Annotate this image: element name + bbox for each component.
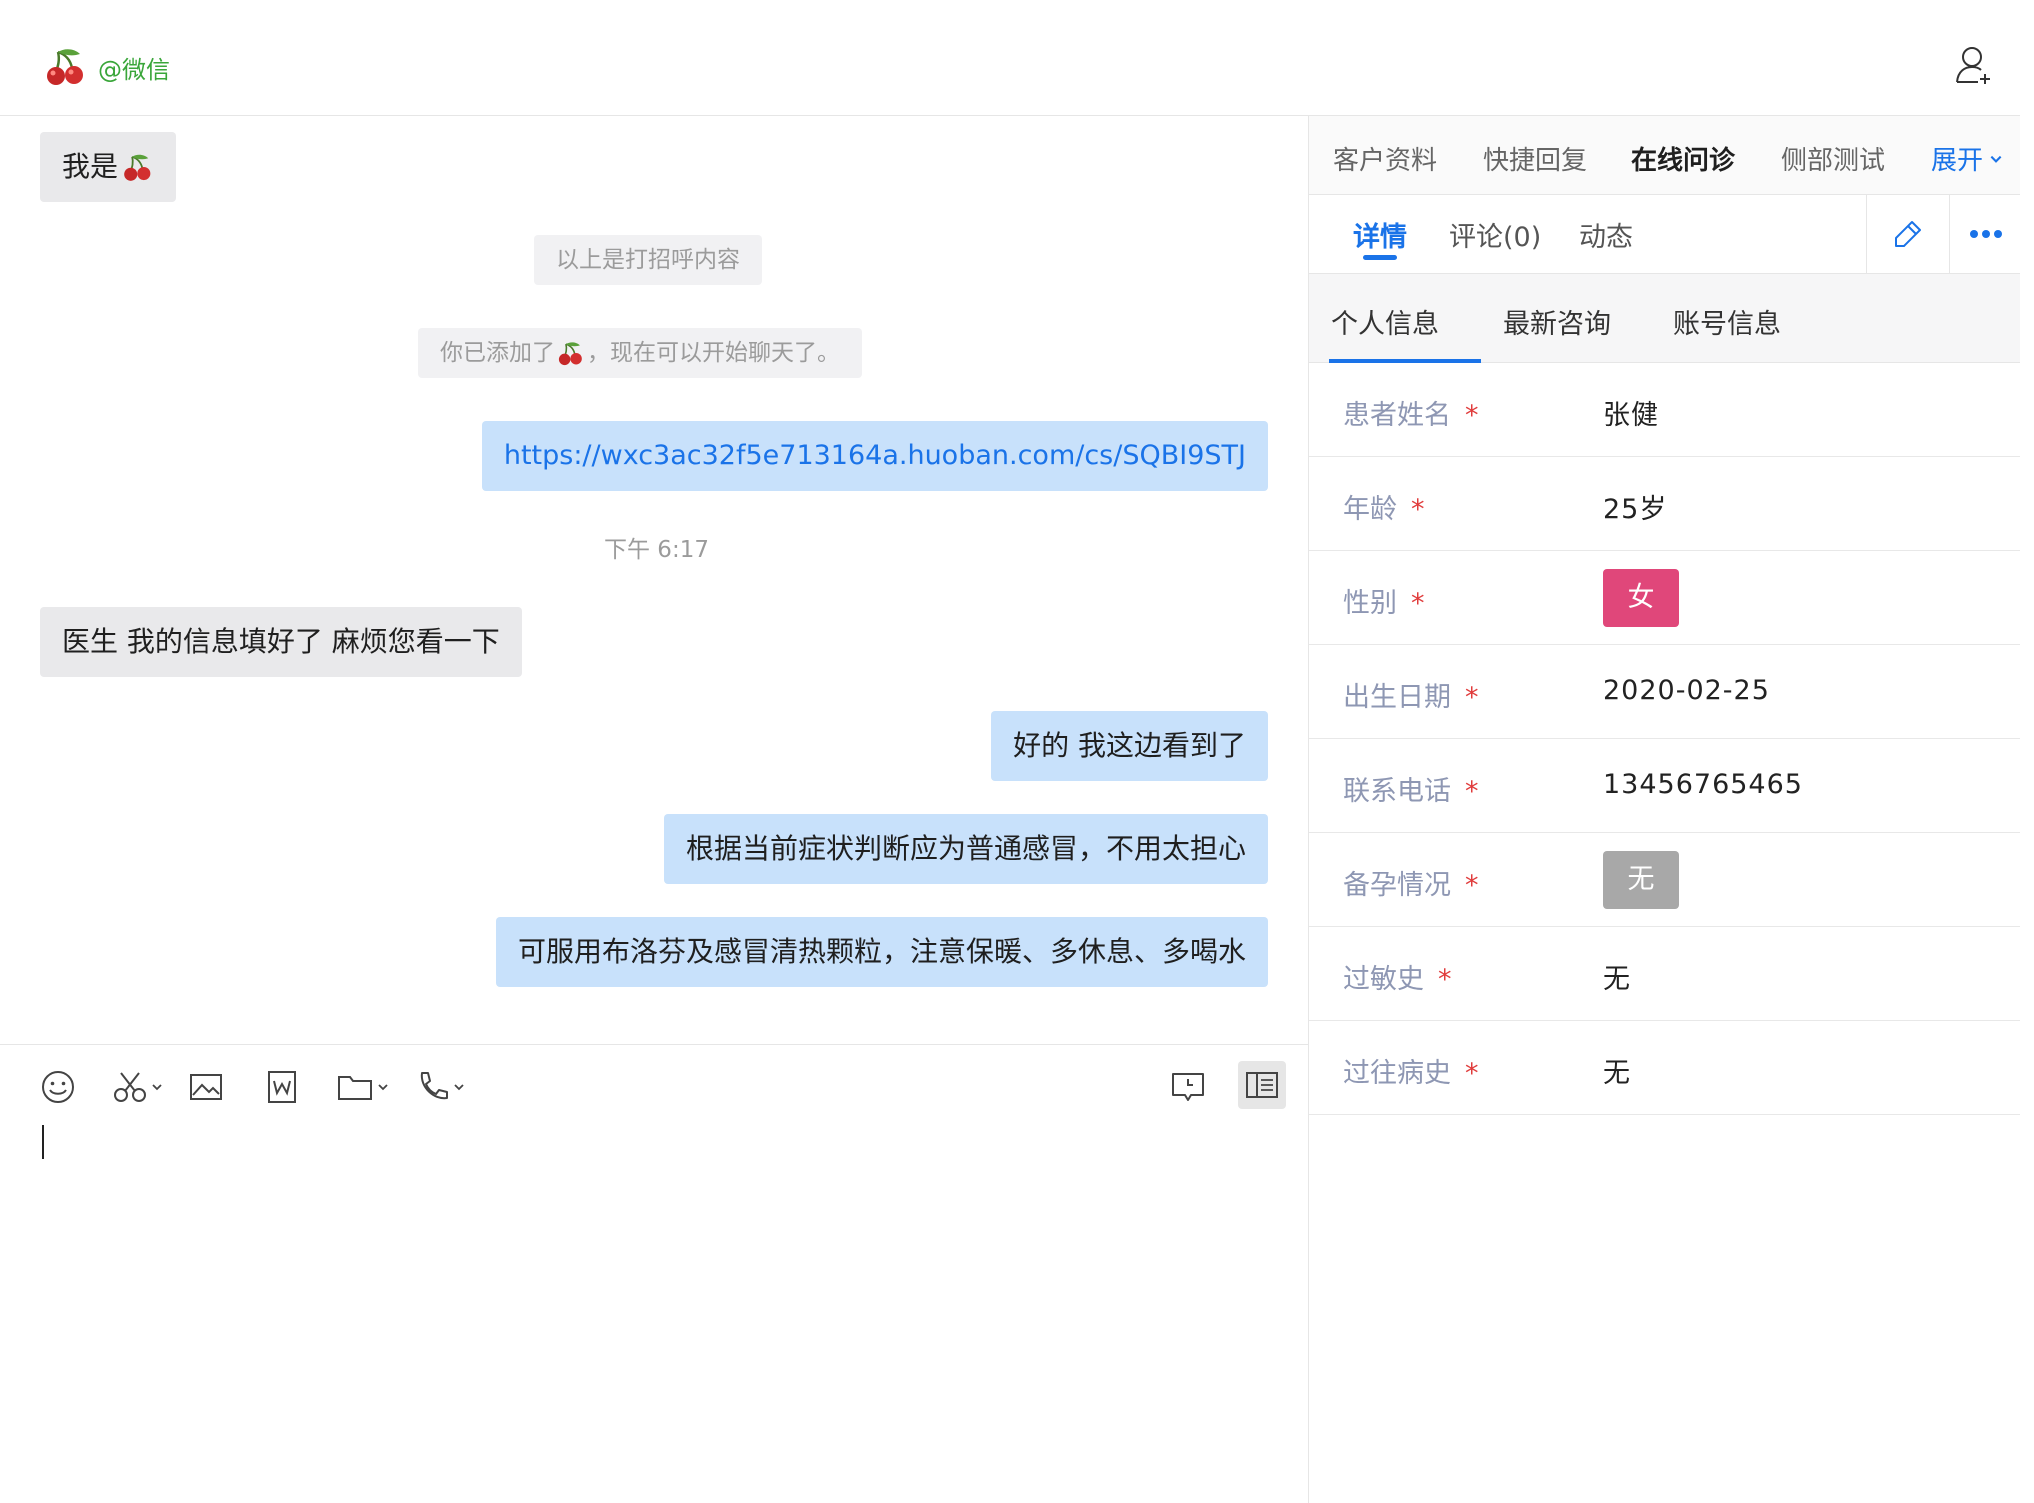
required-marker: * (1465, 400, 1479, 431)
cherry-emoji-icon (124, 154, 151, 181)
chat-header: @微信 (0, 0, 2020, 116)
field-value[interactable]: 2020-02-25 (1603, 675, 1770, 706)
text-input-caret[interactable] (42, 1125, 44, 1159)
chat-message-area[interactable]: 我是 以上是打招呼内容 你已添加了 ，现在可以开始聊天了。 https://wx… (0, 116, 1309, 1044)
field-label: 年龄 * (1343, 494, 1425, 525)
chevron-down-icon (378, 1084, 388, 1091)
tab-customer-profile[interactable]: 客户资料 (1333, 140, 1437, 177)
greeting-message: 我是 (40, 132, 177, 202)
pregnancy-chip[interactable]: 无 (1603, 851, 1679, 909)
folder-icon[interactable] (336, 1065, 389, 1109)
required-marker: * (1465, 870, 1479, 901)
field-medical-history: 过往病史 * 无 (1309, 1021, 2020, 1115)
tab-side-test[interactable]: 侧部测试 (1781, 140, 1885, 177)
cherry-avatar-icon (44, 44, 88, 88)
tab-activity[interactable]: 动态 (1579, 215, 1633, 254)
edit-pen-icon[interactable] (1866, 195, 1949, 273)
more-options-icon[interactable] (1949, 195, 2021, 273)
tab-personal-info[interactable]: 个人信息 (1331, 302, 1439, 341)
source-channel-label: @微信 (98, 56, 170, 84)
required-marker: * (1411, 494, 1425, 525)
field-patient-name: 患者姓名 * 张健 (1309, 363, 2020, 457)
doctor-reply-1: 好的 我这边看到了 (991, 711, 1268, 781)
link-message[interactable]: https://wxc3ac32f5e713164a.huoban.com/cs… (481, 421, 1268, 491)
add-contact-icon[interactable] (1954, 44, 1994, 86)
customer-info-panel: 客户资料 快捷回复 在线问诊 侧部测试 展开 详情 评论(0) 动态 个人信息 … (1309, 116, 2020, 1502)
field-value[interactable]: 无 (1603, 957, 1631, 996)
screenshot-scissors-icon[interactable] (112, 1065, 163, 1109)
field-label: 性别 * (1343, 588, 1425, 619)
system-notice-added: 你已添加了 ，现在可以开始聊天了。 (418, 328, 862, 378)
required-marker: * (1438, 964, 1452, 995)
required-marker: * (1465, 682, 1479, 713)
field-pregnancy-plan: 备孕情况 * 无 (1309, 833, 2020, 927)
phone-icon[interactable] (414, 1065, 465, 1109)
doctor-reply-2: 根据当前症状判断应为普通感冒，不用太担心 (663, 814, 1268, 884)
tab-latest-consultation[interactable]: 最新咨询 (1503, 302, 1611, 341)
word-doc-icon[interactable] (264, 1065, 300, 1109)
required-marker: * (1465, 776, 1479, 807)
doctor-reply-3: 可服用布洛芬及感冒清热颗粒，注意保暖、多休息、多喝水 (495, 917, 1268, 987)
message-timestamp: 下午 6:17 (604, 537, 709, 563)
panel-sub-tabs: 详情 评论(0) 动态 (1309, 195, 2020, 274)
greeting-text: 我是 (62, 150, 119, 183)
chevron-down-icon (1990, 155, 2002, 163)
field-allergy-history: 过敏史 * 无 (1309, 927, 2020, 1021)
chevron-down-icon (454, 1084, 464, 1091)
field-age: 年龄 * 25岁 (1309, 457, 2020, 551)
field-label: 备孕情况 * (1343, 870, 1479, 901)
field-label: 出生日期 * (1343, 682, 1479, 713)
field-birth-date: 出生日期 * 2020-02-25 (1309, 645, 2020, 739)
chevron-down-icon (152, 1084, 162, 1091)
cherry-emoji-icon (558, 342, 582, 366)
field-label: 过敏史 * (1343, 964, 1452, 995)
tab-quick-reply[interactable]: 快捷回复 (1483, 140, 1587, 177)
emoji-icon[interactable] (40, 1065, 76, 1109)
system-notice-prefix: 你已添加了 (440, 340, 555, 366)
active-tab-indicator (1363, 255, 1397, 260)
field-label: 患者姓名 * (1343, 400, 1479, 431)
required-marker: * (1411, 588, 1425, 619)
image-icon[interactable] (188, 1065, 224, 1109)
field-label: 过往病史 * (1343, 1058, 1479, 1089)
field-value[interactable]: 张健 (1603, 393, 1659, 432)
tab-expand[interactable]: 展开 (1931, 140, 2003, 177)
field-value[interactable]: 25岁 (1603, 487, 1667, 526)
tab-details[interactable]: 详情 (1353, 215, 1407, 254)
patient-message: 医生 我的信息填好了 麻烦您看一下 (40, 607, 522, 677)
field-value[interactable]: 无 (1603, 1051, 1631, 1090)
system-notice-suffix: ，现在可以开始聊天了。 (587, 340, 840, 366)
field-value[interactable]: 13456765465 (1603, 769, 1803, 800)
panel-top-tabs: 客户资料 快捷回复 在线问诊 侧部测试 展开 (1309, 116, 2020, 195)
system-notice-greeting: 以上是打招呼内容 (534, 235, 762, 285)
field-label: 联系电话 * (1343, 776, 1479, 807)
field-phone: 联系电话 * 13456765465 (1309, 739, 2020, 833)
expand-label: 展开 (1931, 146, 1984, 176)
gender-chip[interactable]: 女 (1603, 569, 1679, 627)
tab-account-info[interactable]: 账号信息 (1673, 302, 1781, 341)
message-composer[interactable] (0, 1044, 1309, 1503)
panel-section-tabs: 个人信息 最新咨询 账号信息 (1309, 274, 2020, 363)
tab-online-consultation[interactable]: 在线问诊 (1631, 140, 1735, 177)
required-marker: * (1465, 1058, 1479, 1089)
tab-comments[interactable]: 评论(0) (1449, 215, 1541, 254)
field-gender: 性别 * 女 (1309, 551, 2020, 645)
sidebar-toggle-icon[interactable] (1238, 1061, 1286, 1109)
quick-reply-icon[interactable] (1170, 1065, 1206, 1109)
